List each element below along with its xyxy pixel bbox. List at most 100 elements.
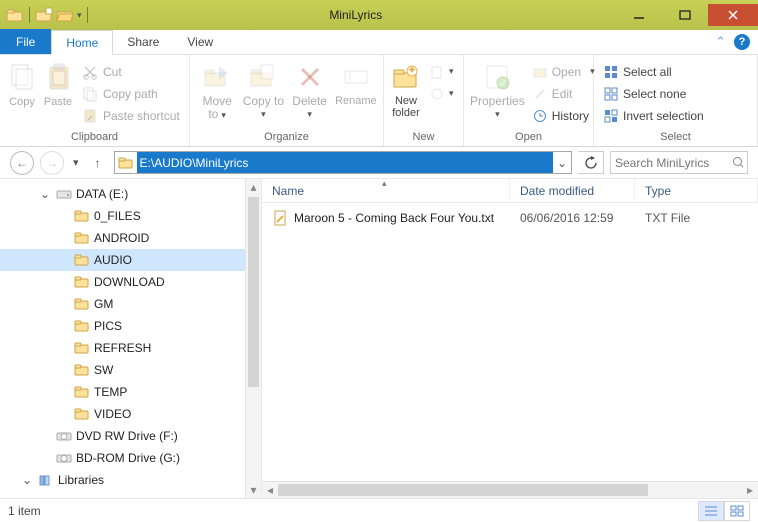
home-tab[interactable]: Home	[51, 30, 113, 55]
minimize-ribbon-icon[interactable]: ⌃	[715, 34, 726, 50]
list-scrollbar[interactable]: ◂ ▸	[262, 481, 758, 498]
new-item-button[interactable]: ▾	[426, 61, 458, 82]
ribbon-tabstrip: File Home Share View ⌃ ?	[0, 30, 758, 55]
new-item-icon	[430, 65, 444, 79]
history-icon	[533, 109, 547, 123]
history-button[interactable]: History	[529, 105, 599, 126]
tree-item-download[interactable]: DOWNLOAD	[0, 271, 261, 293]
cut-button[interactable]: Cut	[78, 61, 184, 82]
refresh-button[interactable]	[578, 151, 604, 174]
content-area: ⌄DATA (E:)0_FILESANDROID AUDIO DOWNLOADGMP…	[0, 179, 758, 498]
new-folder-button[interactable]: ✦ New folder	[390, 59, 422, 125]
qat-folder-icon	[6, 7, 24, 23]
tree-item-refresh[interactable]: REFRESH	[0, 337, 261, 359]
icons-view-button[interactable]	[724, 501, 750, 521]
col-type[interactable]: Type	[635, 179, 758, 202]
window-title: MiniLyrics	[96, 8, 616, 22]
address-dropdown-icon[interactable]: ⌄	[553, 156, 571, 170]
recent-locations-button[interactable]: ▾	[70, 156, 82, 169]
scroll-left-icon[interactable]: ◂	[262, 483, 278, 497]
group-label-select: Select	[594, 130, 757, 146]
tree-item-libraries[interactable]: ⌄ Libraries	[0, 469, 261, 491]
file-name: Maroon 5 - Coming Back Four You.txt	[294, 211, 494, 225]
folder-icon	[74, 297, 90, 311]
tree-item-label: AUDIO	[94, 253, 132, 267]
navigation-bar: ← → ▾ ↑ ⌄	[0, 147, 758, 179]
invert-selection-button[interactable]: Invert selection	[600, 105, 708, 126]
file-tab[interactable]: File	[0, 29, 51, 54]
copy-button[interactable]: Copy	[6, 59, 38, 125]
tree-item-label: Libraries	[58, 473, 104, 487]
qat-open-folder-icon[interactable]	[56, 7, 74, 23]
tree-item-temp[interactable]: TEMP	[0, 381, 261, 403]
window-controls	[616, 4, 758, 26]
optical-icon	[56, 451, 72, 465]
tree-item-data-e-[interactable]: ⌄DATA (E:)	[0, 183, 261, 205]
move-to-button[interactable]: Move to ▾	[196, 59, 238, 125]
expander-icon[interactable]: ⌄	[38, 187, 52, 201]
maximize-button[interactable]	[662, 4, 708, 26]
select-none-button[interactable]: Select none	[600, 83, 708, 104]
copy-to-button[interactable]: Copy to ▾	[242, 59, 284, 125]
forward-button[interactable]: →	[40, 151, 64, 175]
easy-access-button[interactable]: ▾	[426, 83, 458, 104]
paste-button[interactable]: Paste	[42, 59, 74, 125]
copy-to-icon	[247, 61, 279, 93]
folder-icon	[74, 209, 90, 223]
close-button[interactable]	[708, 4, 758, 26]
qat-dropdown-icon[interactable]: ▾	[77, 10, 82, 21]
tree-item-0-files[interactable]: 0_FILES	[0, 205, 261, 227]
copy-path-icon	[82, 86, 98, 102]
search-input[interactable]	[615, 156, 728, 170]
tree-item-android[interactable]: ANDROID	[0, 227, 261, 249]
select-all-button[interactable]: Select all	[600, 61, 708, 82]
scroll-thumb[interactable]	[248, 197, 259, 387]
tree-item-pics[interactable]: PICS	[0, 315, 261, 337]
folder-icon	[74, 231, 90, 245]
qat-new-folder-icon[interactable]	[35, 7, 53, 23]
paste-icon	[42, 61, 74, 93]
rename-button[interactable]: Rename	[335, 59, 377, 125]
delete-button[interactable]: Delete▾	[289, 59, 331, 125]
tree-item-gm[interactable]: GM	[0, 293, 261, 315]
txt-file-icon	[272, 210, 288, 226]
help-icon[interactable]: ?	[734, 34, 750, 50]
select-none-icon	[604, 87, 618, 101]
view-tab[interactable]: View	[173, 29, 227, 54]
group-new: ✦ New folder ▾ ▾ New	[384, 55, 464, 146]
col-date-modified[interactable]: Date modified	[510, 179, 635, 202]
nav-tree[interactable]: ⌄DATA (E:)0_FILESANDROID AUDIO DOWNLOADGMP…	[0, 179, 262, 498]
address-bar[interactable]: ⌄	[114, 151, 572, 174]
tree-item-dvd-rw-drive-f-[interactable]: DVD RW Drive (F:)	[0, 425, 261, 447]
scroll-down-icon[interactable]: ▾	[246, 482, 261, 498]
tree-item-video[interactable]: VIDEO	[0, 403, 261, 425]
tree-item-documents[interactable]: Documents	[0, 491, 261, 494]
expander-icon[interactable]: ⌄	[20, 473, 34, 487]
scroll-up-icon[interactable]: ▴	[246, 179, 261, 195]
address-input[interactable]	[137, 152, 553, 173]
tree-scrollbar[interactable]: ▴ ▾	[245, 179, 261, 498]
scroll-thumb-h[interactable]	[278, 484, 648, 496]
open-button[interactable]: Open ▾	[529, 61, 599, 82]
edit-button[interactable]: Edit	[529, 83, 599, 104]
folder-icon	[74, 407, 90, 421]
scroll-right-icon[interactable]: ▸	[742, 483, 758, 497]
tree-item-audio[interactable]: AUDIO	[0, 249, 261, 271]
copy-path-button[interactable]: Copy path	[78, 83, 184, 104]
paste-shortcut-button[interactable]: Paste shortcut	[78, 105, 184, 126]
sort-indicator-icon: ▴	[382, 179, 387, 189]
minimize-button[interactable]	[616, 4, 662, 26]
folder-icon	[74, 275, 90, 289]
tree-item-label: DVD RW Drive (F:)	[76, 429, 178, 443]
share-tab[interactable]: Share	[113, 29, 173, 54]
properties-button[interactable]: Properties▾	[470, 59, 525, 125]
tree-item-bd-rom-drive-g-[interactable]: BD-ROM Drive (G:)	[0, 447, 261, 469]
back-button[interactable]: ←	[10, 151, 34, 175]
details-view-button[interactable]	[698, 501, 724, 521]
copy-icon	[6, 61, 38, 93]
delete-icon	[294, 61, 326, 93]
search-box[interactable]	[610, 151, 748, 174]
tree-item-sw[interactable]: SW	[0, 359, 261, 381]
up-button[interactable]: ↑	[88, 153, 108, 173]
file-row[interactable]: Maroon 5 - Coming Back Four You.txt06/06…	[262, 207, 758, 229]
